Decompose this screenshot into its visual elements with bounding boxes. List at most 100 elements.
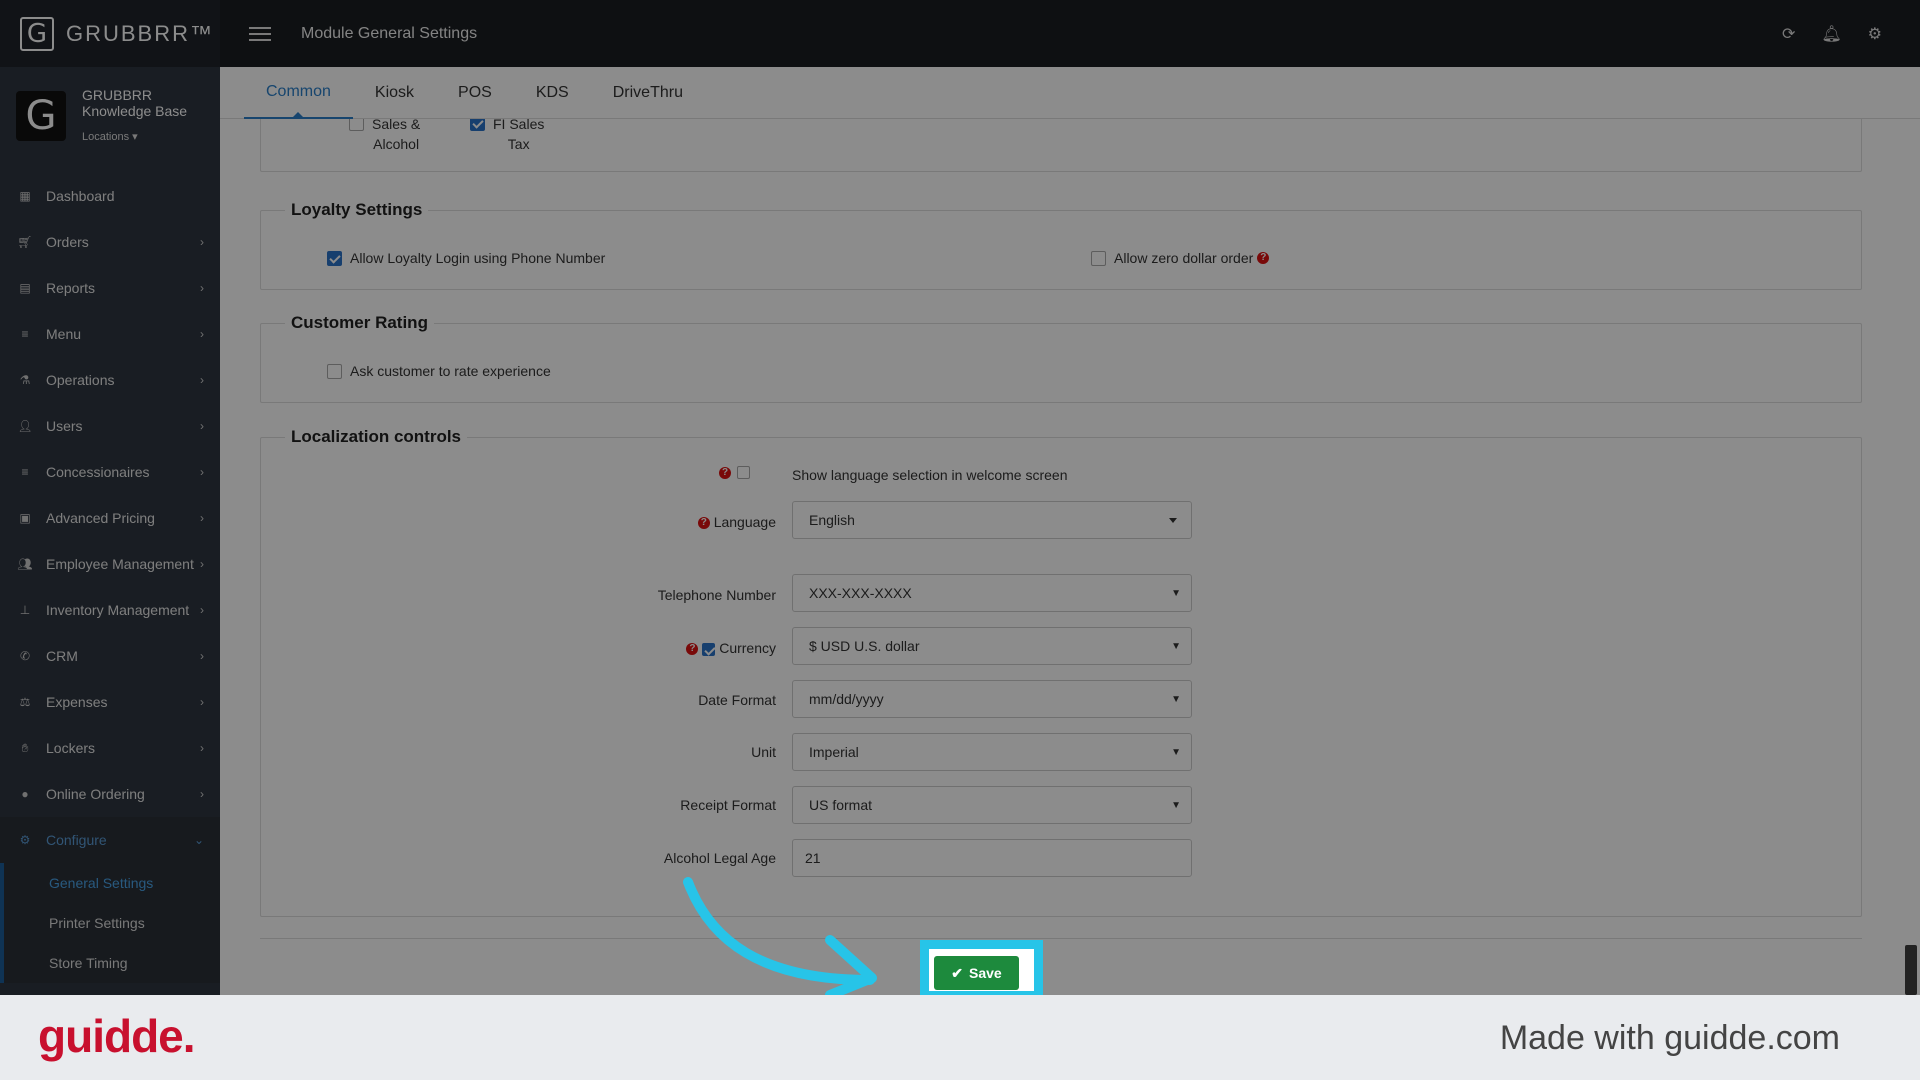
tab-common[interactable]: Common (244, 67, 353, 119)
tab-drivethru[interactable]: DriveThru (591, 67, 705, 119)
date-format-select[interactable]: mm/dd/yyyy ▼ (792, 680, 1192, 718)
sidebar-item-orders[interactable]: 🛒︎ Orders › (0, 219, 220, 265)
sidebar-item-expenses[interactable]: ⚖ Expenses › (0, 679, 220, 725)
submenu-item-store-timing[interactable]: Store Timing (4, 943, 220, 983)
customer-rating-section: Customer Rating Ask customer to rate exp… (260, 313, 1862, 403)
submenu-item-printer-settings[interactable]: Printer Settings (4, 903, 220, 943)
money-icon: ▣ (19, 511, 31, 525)
scrollbar-thumb[interactable] (1905, 945, 1917, 995)
receipt-format-select[interactable]: US format ▼ (792, 786, 1192, 824)
divider (260, 938, 1862, 939)
telephone-format-select[interactable]: XXX-XXX-XXXX ▼ (792, 574, 1192, 612)
bell-icon[interactable]: 🔔︎ (1821, 24, 1841, 44)
sidebar-item-inventory-management[interactable]: ⊥ Inventory Management › (0, 587, 220, 633)
zero-dollar-order-option[interactable]: Allow zero dollar order ? (1091, 250, 1270, 266)
sidebar-item-crm[interactable]: ✆ CRM › (0, 633, 220, 679)
chevron-right-icon: › (200, 373, 204, 387)
user-add-icon: 👤︎ (17, 419, 33, 433)
chevron-right-icon: › (200, 557, 204, 571)
sidebar-item-menu[interactable]: ≡ Menu › (0, 311, 220, 357)
help-icon[interactable]: ? (697, 517, 710, 530)
unit-select[interactable]: Imperial ▼ (792, 733, 1192, 771)
currency-label: ? Currency (376, 640, 776, 656)
brand-logo-icon: G (20, 16, 54, 51)
chevron-right-icon: › (200, 741, 204, 755)
help-icon[interactable]: ? (686, 643, 699, 656)
help-icon[interactable]: ? (719, 466, 731, 479)
currency-select[interactable]: $ USD U.S. dollar ▼ (792, 627, 1192, 665)
sidebar-item-online-ordering[interactable]: ● Online Ordering › (0, 771, 220, 817)
sidebar-item-concessionaires[interactable]: ≡ Concessionaires › (0, 449, 220, 495)
sidebar-item-users[interactable]: 👤︎ Users › (0, 403, 220, 449)
refresh-icon[interactable]: ⟳ (1782, 24, 1795, 44)
localization-section: Localization controls ? Show language se… (260, 427, 1862, 917)
chevron-down-icon: ▼ (1171, 747, 1181, 758)
save-button[interactable]: ✔ Save (934, 956, 1019, 990)
brand-name: GRUBBRR™ (66, 20, 215, 46)
chevron-down-icon: ▼ (1171, 694, 1181, 705)
sidebar-item-operations[interactable]: ⚗ Operations › (0, 357, 220, 403)
receipt-format-value: US format (809, 797, 873, 813)
list-icon: ≡ (21, 327, 29, 341)
language-select[interactable]: English (792, 501, 1192, 539)
sidebar-item-configure[interactable]: ⚙ Configure ⌄ (0, 817, 220, 863)
section-title: Loyalty Settings (285, 200, 429, 220)
currency-label-text: Currency (719, 640, 776, 656)
zero-dollar-order-checkbox[interactable] (1091, 250, 1106, 266)
tab-kds[interactable]: KDS (514, 67, 591, 119)
chevron-right-icon: › (200, 419, 204, 433)
tab-pos[interactable]: POS (436, 67, 514, 119)
telephone-label: Telephone Number (657, 587, 776, 603)
tab-kiosk[interactable]: Kiosk (353, 67, 436, 119)
sidebar-item-employee-management[interactable]: 👥︎ Employee Management › (0, 541, 220, 587)
sidebar-item-lockers[interactable]: ✋︎ Lockers › (0, 725, 220, 771)
list-icon: ≡ (21, 465, 29, 479)
chevron-right-icon: › (200, 327, 204, 341)
submenu-item-general-settings[interactable]: General Settings (4, 863, 220, 903)
page-title: Module General Settings (301, 24, 478, 42)
sales-alcohol-checkbox[interactable] (349, 119, 364, 131)
hamburger-menu-icon[interactable] (249, 26, 271, 41)
sidebar-item-reports[interactable]: ▤ Reports › (0, 265, 220, 311)
rate-experience-checkbox[interactable] (327, 363, 342, 379)
receipt-format-label: Receipt Format (680, 797, 776, 813)
loyalty-phone-login-option[interactable]: Allow Loyalty Login using Phone Number (327, 250, 605, 266)
app-window: G GRUBBRR™ G GRUBBRR Knowledge Base Loca… (0, 0, 1920, 995)
tax-option-sales-alcohol[interactable]: Sales & Alcohol (349, 119, 420, 154)
zero-dollar-order-label: Allow zero dollar order (1114, 250, 1254, 266)
chevron-right-icon: › (200, 649, 204, 663)
brand-header[interactable]: G GRUBBRR™ (0, 0, 220, 67)
show-language-option[interactable]: ? (719, 466, 750, 479)
section-title: Localization controls (285, 427, 468, 447)
chevron-right-icon: › (200, 787, 204, 801)
sidebar-item-label: Users (46, 418, 83, 434)
flask-icon: ⚗ (19, 373, 31, 387)
sidebar-item-label: Employee Management (46, 556, 194, 572)
sidebar-item-advanced-pricing[interactable]: ▣ Advanced Pricing › (0, 495, 220, 541)
help-icon[interactable]: ? (1257, 252, 1270, 264)
alcohol-age-value: 21 (805, 850, 821, 866)
gear-icon[interactable]: ⚙ (1868, 24, 1882, 44)
sitemap-icon: ⊥ (19, 603, 31, 617)
fi-sales-tax-checkbox[interactable] (470, 119, 485, 131)
rate-experience-option[interactable]: Ask customer to rate experience (327, 363, 551, 379)
sidebar-item-label: Advanced Pricing (46, 510, 155, 526)
date-format-value: mm/dd/yyyy (809, 691, 884, 707)
chevron-down-icon: ▼ (1171, 641, 1181, 652)
guidde-logo: guidde. (38, 1010, 196, 1062)
tax-option-fi-sales[interactable]: FI Sales Tax (470, 119, 544, 154)
configure-submenu: General Settings Printer Settings Store … (0, 863, 220, 983)
balance-icon: ⚖ (19, 695, 31, 709)
loyalty-phone-login-checkbox[interactable] (327, 250, 342, 266)
sidebar-item-label: Reports (46, 280, 96, 296)
alcohol-age-label: Alcohol Legal Age (663, 850, 776, 866)
globe-icon: ● (21, 787, 29, 801)
currency-checkbox[interactable] (702, 642, 716, 656)
locations-dropdown[interactable]: Locations ▾ (82, 129, 187, 145)
check-icon: ✔ (951, 964, 964, 981)
dashboard-icon: ▦ (19, 189, 31, 203)
sidebar-item-dashboard[interactable]: ▦ Dashboard (0, 173, 220, 219)
phone-icon: ✆ (19, 649, 31, 663)
sidebar-item-label: Lockers (46, 740, 96, 756)
show-language-checkbox[interactable] (737, 466, 750, 479)
